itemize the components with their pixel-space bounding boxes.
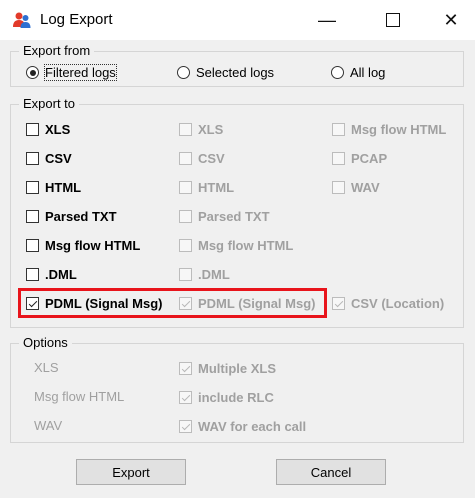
checkbox-box[interactable] — [26, 152, 39, 165]
radio-selected-logs[interactable]: Selected logs — [177, 65, 274, 80]
radio-label: Selected logs — [196, 65, 275, 80]
radio-filtered-logs[interactable]: Filtered logs — [26, 64, 117, 81]
radio-button[interactable] — [331, 66, 344, 79]
checkbox-csv-disabled: CSV — [179, 151, 225, 166]
checkbox-box[interactable] — [26, 123, 39, 136]
export-to-legend: Export to — [19, 96, 80, 112]
checkbox-parsed-txt-disabled: Parsed TXT — [179, 209, 270, 224]
option-label-xls: XLS — [34, 360, 59, 375]
option-label-wav: WAV — [34, 418, 63, 433]
window-title: Log Export — [40, 11, 113, 28]
radio-label: All log — [350, 65, 386, 80]
checkbox-label: WAV — [351, 180, 380, 195]
close-icon: ✕ — [443, 9, 459, 30]
checkbox-box — [332, 123, 345, 136]
checkbox-box[interactable] — [26, 268, 39, 281]
checkbox-box-checked — [179, 362, 192, 375]
radio-button[interactable] — [177, 66, 190, 79]
checkbox-label: CSV — [45, 151, 72, 166]
close-button[interactable]: ✕ — [428, 0, 474, 40]
checkbox-label: .DML — [198, 267, 230, 282]
checkbox-box — [179, 268, 192, 281]
checkbox-msg-flow-html[interactable]: Msg flow HTML — [26, 238, 140, 253]
checkbox-label: Parsed TXT — [198, 209, 270, 224]
checkbox-box[interactable] — [26, 210, 39, 223]
checkbox-html[interactable]: HTML — [26, 180, 81, 195]
checkbox-wav: WAV — [332, 180, 380, 195]
checkbox-label: CSV — [198, 151, 225, 166]
maximize-button[interactable] — [370, 0, 416, 40]
checkbox-label: CSV (Location) — [351, 296, 445, 311]
checkbox-label: .DML — [45, 267, 77, 282]
checkbox-label: Multiple XLS — [198, 361, 276, 376]
checkbox-label: Msg flow HTML — [45, 238, 141, 253]
checkbox-html-disabled: HTML — [179, 180, 234, 195]
export-button[interactable]: Export — [76, 459, 186, 485]
checkbox-label: Msg flow HTML — [351, 122, 447, 137]
checkbox-box-checked — [332, 297, 345, 310]
checkbox-box-checked — [179, 420, 192, 433]
checkbox-msg-flow-html-disabled: Msg flow HTML — [179, 238, 293, 253]
checkbox-label: HTML — [198, 180, 235, 195]
radio-all-log[interactable]: All log — [331, 65, 385, 80]
radio-label: Filtered logs — [44, 64, 117, 81]
checkbox-box — [332, 152, 345, 165]
title-bar: Log Export — ✕ — [0, 0, 475, 40]
checkbox-pcap: PCAP — [332, 151, 387, 166]
export-from-legend: Export from — [19, 43, 95, 59]
checkbox-xls-disabled: XLS — [179, 122, 223, 137]
checkbox-dml-disabled: .DML — [179, 267, 230, 282]
checkbox-csv-location: CSV (Location) — [332, 296, 444, 311]
minimize-icon: — — [318, 9, 336, 30]
checkbox-msg-flow-html-col3: Msg flow HTML — [332, 122, 446, 137]
checkbox-label: XLS — [45, 122, 71, 137]
checkbox-label: PCAP — [351, 151, 388, 166]
checkbox-xls[interactable]: XLS — [26, 122, 70, 137]
checkbox-wav-for-each-call: WAV for each call — [179, 419, 306, 434]
checkbox-multiple-xls: Multiple XLS — [179, 361, 276, 376]
checkbox-box[interactable] — [26, 181, 39, 194]
checkbox-include-rlc: include RLC — [179, 390, 274, 405]
checkbox-label: HTML — [45, 180, 82, 195]
minimize-button[interactable]: — — [304, 0, 350, 40]
checkbox-box — [332, 181, 345, 194]
checkbox-label: WAV for each call — [198, 419, 307, 434]
checkbox-label: Parsed TXT — [45, 209, 117, 224]
cancel-button[interactable]: Cancel — [276, 459, 386, 485]
highlight-box — [18, 288, 327, 318]
option-label-msg-flow-html: Msg flow HTML — [34, 389, 125, 404]
checkbox-box — [179, 123, 192, 136]
radio-button[interactable] — [26, 66, 39, 79]
checkbox-box — [179, 181, 192, 194]
app-people-icon — [13, 12, 31, 28]
options-legend: Options — [19, 335, 72, 351]
checkbox-box — [179, 210, 192, 223]
checkbox-parsed-txt[interactable]: Parsed TXT — [26, 209, 117, 224]
checkbox-label: include RLC — [198, 390, 274, 405]
checkbox-label: XLS — [198, 122, 224, 137]
checkbox-box — [179, 152, 192, 165]
checkbox-dml[interactable]: .DML — [26, 267, 77, 282]
checkbox-box-checked — [179, 391, 192, 404]
checkbox-box — [179, 239, 192, 252]
checkbox-box[interactable] — [26, 239, 39, 252]
checkbox-label: Msg flow HTML — [198, 238, 294, 253]
checkbox-csv[interactable]: CSV — [26, 151, 72, 166]
maximize-icon — [386, 13, 400, 27]
